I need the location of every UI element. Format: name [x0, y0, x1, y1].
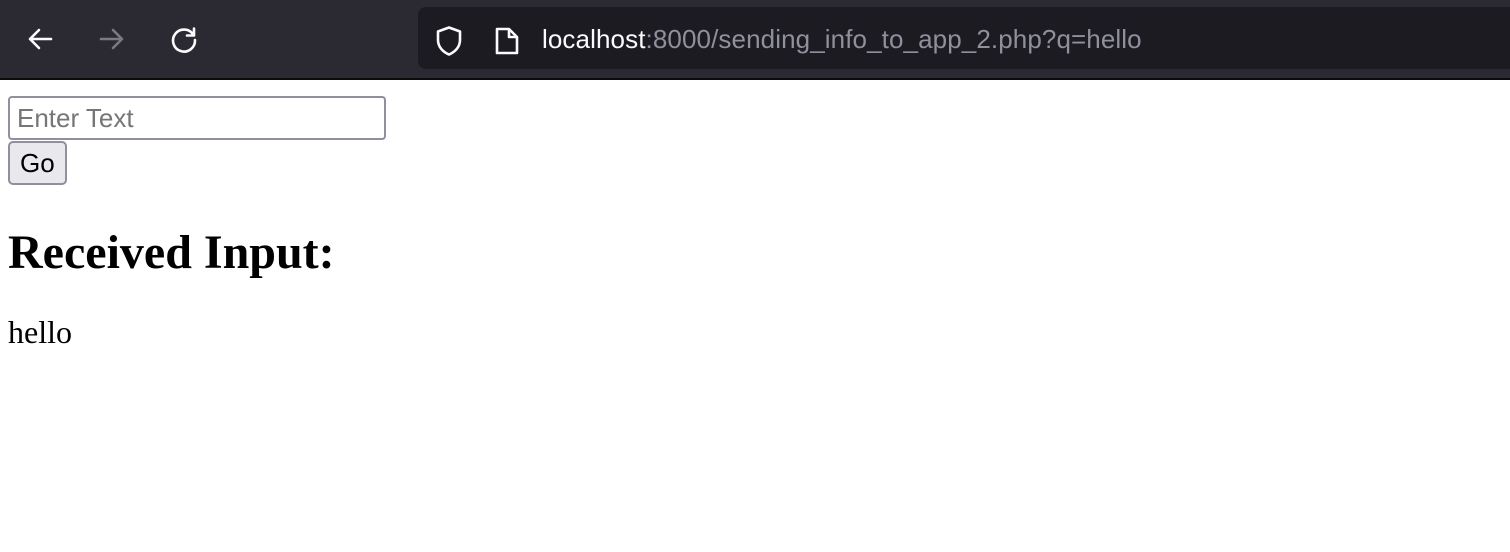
go-button[interactable]: Go [8, 141, 67, 185]
browser-toolbar: localhost:8000/sending_info_to_app_2.php… [0, 0, 1510, 80]
reload-button[interactable] [164, 19, 204, 59]
text-input[interactable] [8, 96, 386, 140]
reload-icon [168, 23, 200, 55]
url-text[interactable]: localhost:8000/sending_info_to_app_2.php… [542, 24, 1142, 54]
arrow-left-icon [25, 24, 55, 54]
received-value: hello [8, 314, 72, 350]
url-path: :8000/sending_info_to_app_2.php?q=hello [645, 24, 1142, 54]
arrow-right-icon [97, 24, 127, 54]
url-host: localhost [542, 24, 646, 54]
page-heading: Received Input: [8, 226, 335, 279]
document-icon [492, 26, 522, 56]
back-button[interactable] [20, 19, 60, 59]
page-content: Go Received Input: hello [8, 96, 386, 351]
forward-button[interactable] [92, 19, 132, 59]
address-bar[interactable]: localhost:8000/sending_info_to_app_2.php… [418, 7, 1510, 69]
shield-icon[interactable] [434, 26, 464, 56]
